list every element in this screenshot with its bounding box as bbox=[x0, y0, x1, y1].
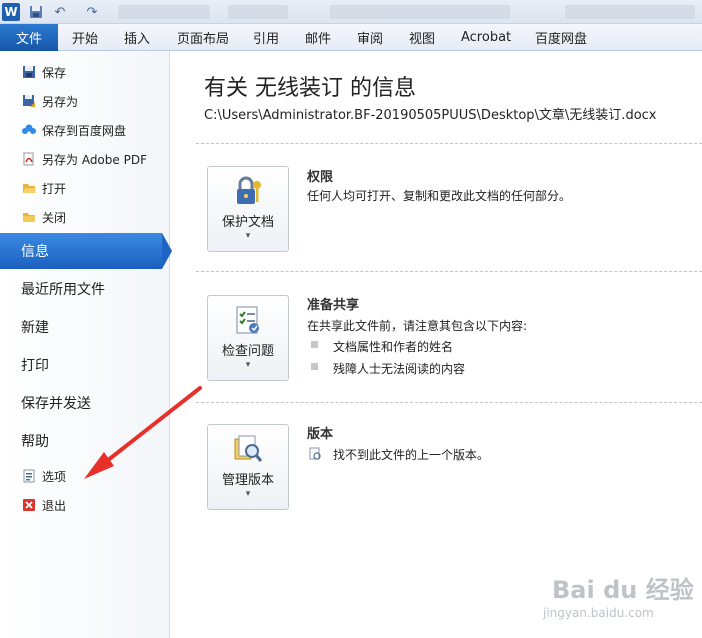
nav-close[interactable]: 关闭 bbox=[0, 203, 170, 231]
nav-options-label: 选项 bbox=[42, 469, 67, 484]
permissions-text: 任何人均可打开、复制和更改此文档的任何部分。 bbox=[307, 189, 572, 203]
manage-versions-button[interactable]: 管理版本 ▾ bbox=[207, 424, 289, 510]
tab-review[interactable]: 审阅 bbox=[357, 24, 383, 51]
issue-item: 文档属性和作者的姓名 bbox=[333, 340, 454, 354]
no-versions-icon bbox=[308, 446, 322, 460]
prepare-sharing-text: 在共享此文件前，请注意其包含以下内容: bbox=[307, 319, 528, 333]
nav-save-to-baidu[interactable]: 保存到百度网盘 bbox=[0, 116, 170, 144]
nav-close-label: 关闭 bbox=[42, 210, 67, 225]
permissions-heading: 权限 bbox=[307, 170, 334, 185]
tab-view[interactable]: 视图 bbox=[409, 24, 435, 51]
protect-document-button[interactable]: 保护文档 ▾ bbox=[207, 166, 289, 252]
nav-print[interactable]: 打印 bbox=[0, 347, 170, 383]
options-icon bbox=[21, 468, 37, 484]
tab-page-layout[interactable]: 页面布局 bbox=[177, 24, 229, 51]
nav-save-as-pdf[interactable]: 另存为 Adobe PDF bbox=[0, 145, 170, 173]
checklist-icon bbox=[232, 304, 264, 336]
nav-save-as-label: 另存为 bbox=[42, 94, 79, 109]
save-as-icon bbox=[21, 93, 37, 109]
manage-versions-label: 管理版本 bbox=[221, 473, 274, 488]
nav-save-and-send[interactable]: 保存并发送 bbox=[0, 385, 170, 421]
baidu-watermark: Bai du 经验 bbox=[552, 576, 694, 604]
nav-save-as-pdf-label: 另存为 Adobe PDF bbox=[42, 152, 147, 167]
protect-document-dropdown-icon: ▾ bbox=[245, 231, 251, 241]
tab-baidu-netdisk[interactable]: 百度网盘 bbox=[535, 24, 587, 51]
tab-file[interactable]: 文件 bbox=[0, 24, 58, 51]
nav-save-label: 保存 bbox=[42, 65, 67, 80]
undo-icon[interactable]: ↶ bbox=[52, 3, 68, 21]
tab-insert[interactable]: 插入 bbox=[124, 24, 150, 51]
nav-new[interactable]: 新建 bbox=[0, 309, 170, 345]
section-divider bbox=[196, 271, 702, 272]
prepare-sharing-heading: 准备共享 bbox=[307, 298, 360, 313]
blurred-taskbar-item bbox=[228, 5, 288, 19]
nav-info-pointer bbox=[162, 233, 172, 269]
versions-text: 找不到此文件的上一个版本。 bbox=[333, 448, 490, 462]
versions-heading: 版本 bbox=[307, 427, 334, 442]
nav-options[interactable]: 选项 bbox=[0, 462, 170, 490]
check-for-issues-dropdown-icon: ▾ bbox=[245, 360, 251, 370]
section-divider bbox=[196, 402, 702, 403]
nav-save[interactable]: 保存 bbox=[0, 58, 170, 86]
protect-document-label: 保护文档 bbox=[221, 215, 274, 230]
lock-key-icon bbox=[232, 175, 264, 207]
nav-info[interactable]: 信息 bbox=[0, 233, 162, 269]
blurred-taskbar-item bbox=[330, 5, 510, 19]
file-path: C:\Users\Administrator.BF-20190505PUUS\D… bbox=[204, 108, 657, 123]
folder-open-icon bbox=[21, 180, 37, 196]
nav-save-to-baidu-label: 保存到百度网盘 bbox=[42, 123, 127, 138]
page-title: 有关 无线装订 的信息 bbox=[204, 76, 416, 101]
pdf-icon bbox=[21, 151, 37, 167]
nav-help[interactable]: 帮助 bbox=[0, 423, 170, 459]
nav-exit[interactable]: 退出 bbox=[0, 491, 170, 519]
save-icon bbox=[21, 64, 37, 80]
nav-open[interactable]: 打开 bbox=[0, 174, 170, 202]
nav-open-label: 打开 bbox=[42, 181, 67, 196]
tab-home[interactable]: 开始 bbox=[72, 24, 98, 51]
baidu-cloud-icon bbox=[21, 122, 37, 138]
nav-exit-label: 退出 bbox=[42, 498, 67, 513]
tab-acrobat[interactable]: Acrobat bbox=[461, 24, 511, 51]
baidu-watermark-url: jingyan.baidu.com bbox=[543, 606, 654, 620]
folder-close-icon bbox=[21, 209, 37, 225]
nav-save-as[interactable]: 另存为 bbox=[0, 87, 170, 115]
bullet-marker bbox=[311, 341, 318, 348]
check-for-issues-label: 检查问题 bbox=[221, 344, 274, 359]
section-divider bbox=[196, 143, 702, 144]
nav-recent[interactable]: 最近所用文件 bbox=[0, 271, 170, 307]
manage-versions-icon bbox=[232, 433, 264, 465]
issue-item: 残障人士无法阅读的内容 bbox=[333, 362, 466, 376]
bullet-marker bbox=[311, 363, 318, 370]
exit-icon bbox=[21, 497, 37, 513]
blurred-taskbar-item bbox=[565, 5, 695, 19]
tab-references[interactable]: 引用 bbox=[253, 24, 279, 51]
word-app-icon[interactable]: W bbox=[2, 3, 20, 21]
tab-mailings[interactable]: 邮件 bbox=[305, 24, 331, 51]
check-for-issues-button[interactable]: 检查问题 ▾ bbox=[207, 295, 289, 381]
ribbon-tab-bar bbox=[0, 24, 702, 51]
quick-save-icon[interactable] bbox=[28, 3, 44, 21]
manage-versions-dropdown-icon: ▾ bbox=[245, 489, 251, 499]
redo-icon[interactable]: ↷ bbox=[84, 3, 100, 21]
blurred-taskbar-item bbox=[118, 5, 210, 19]
